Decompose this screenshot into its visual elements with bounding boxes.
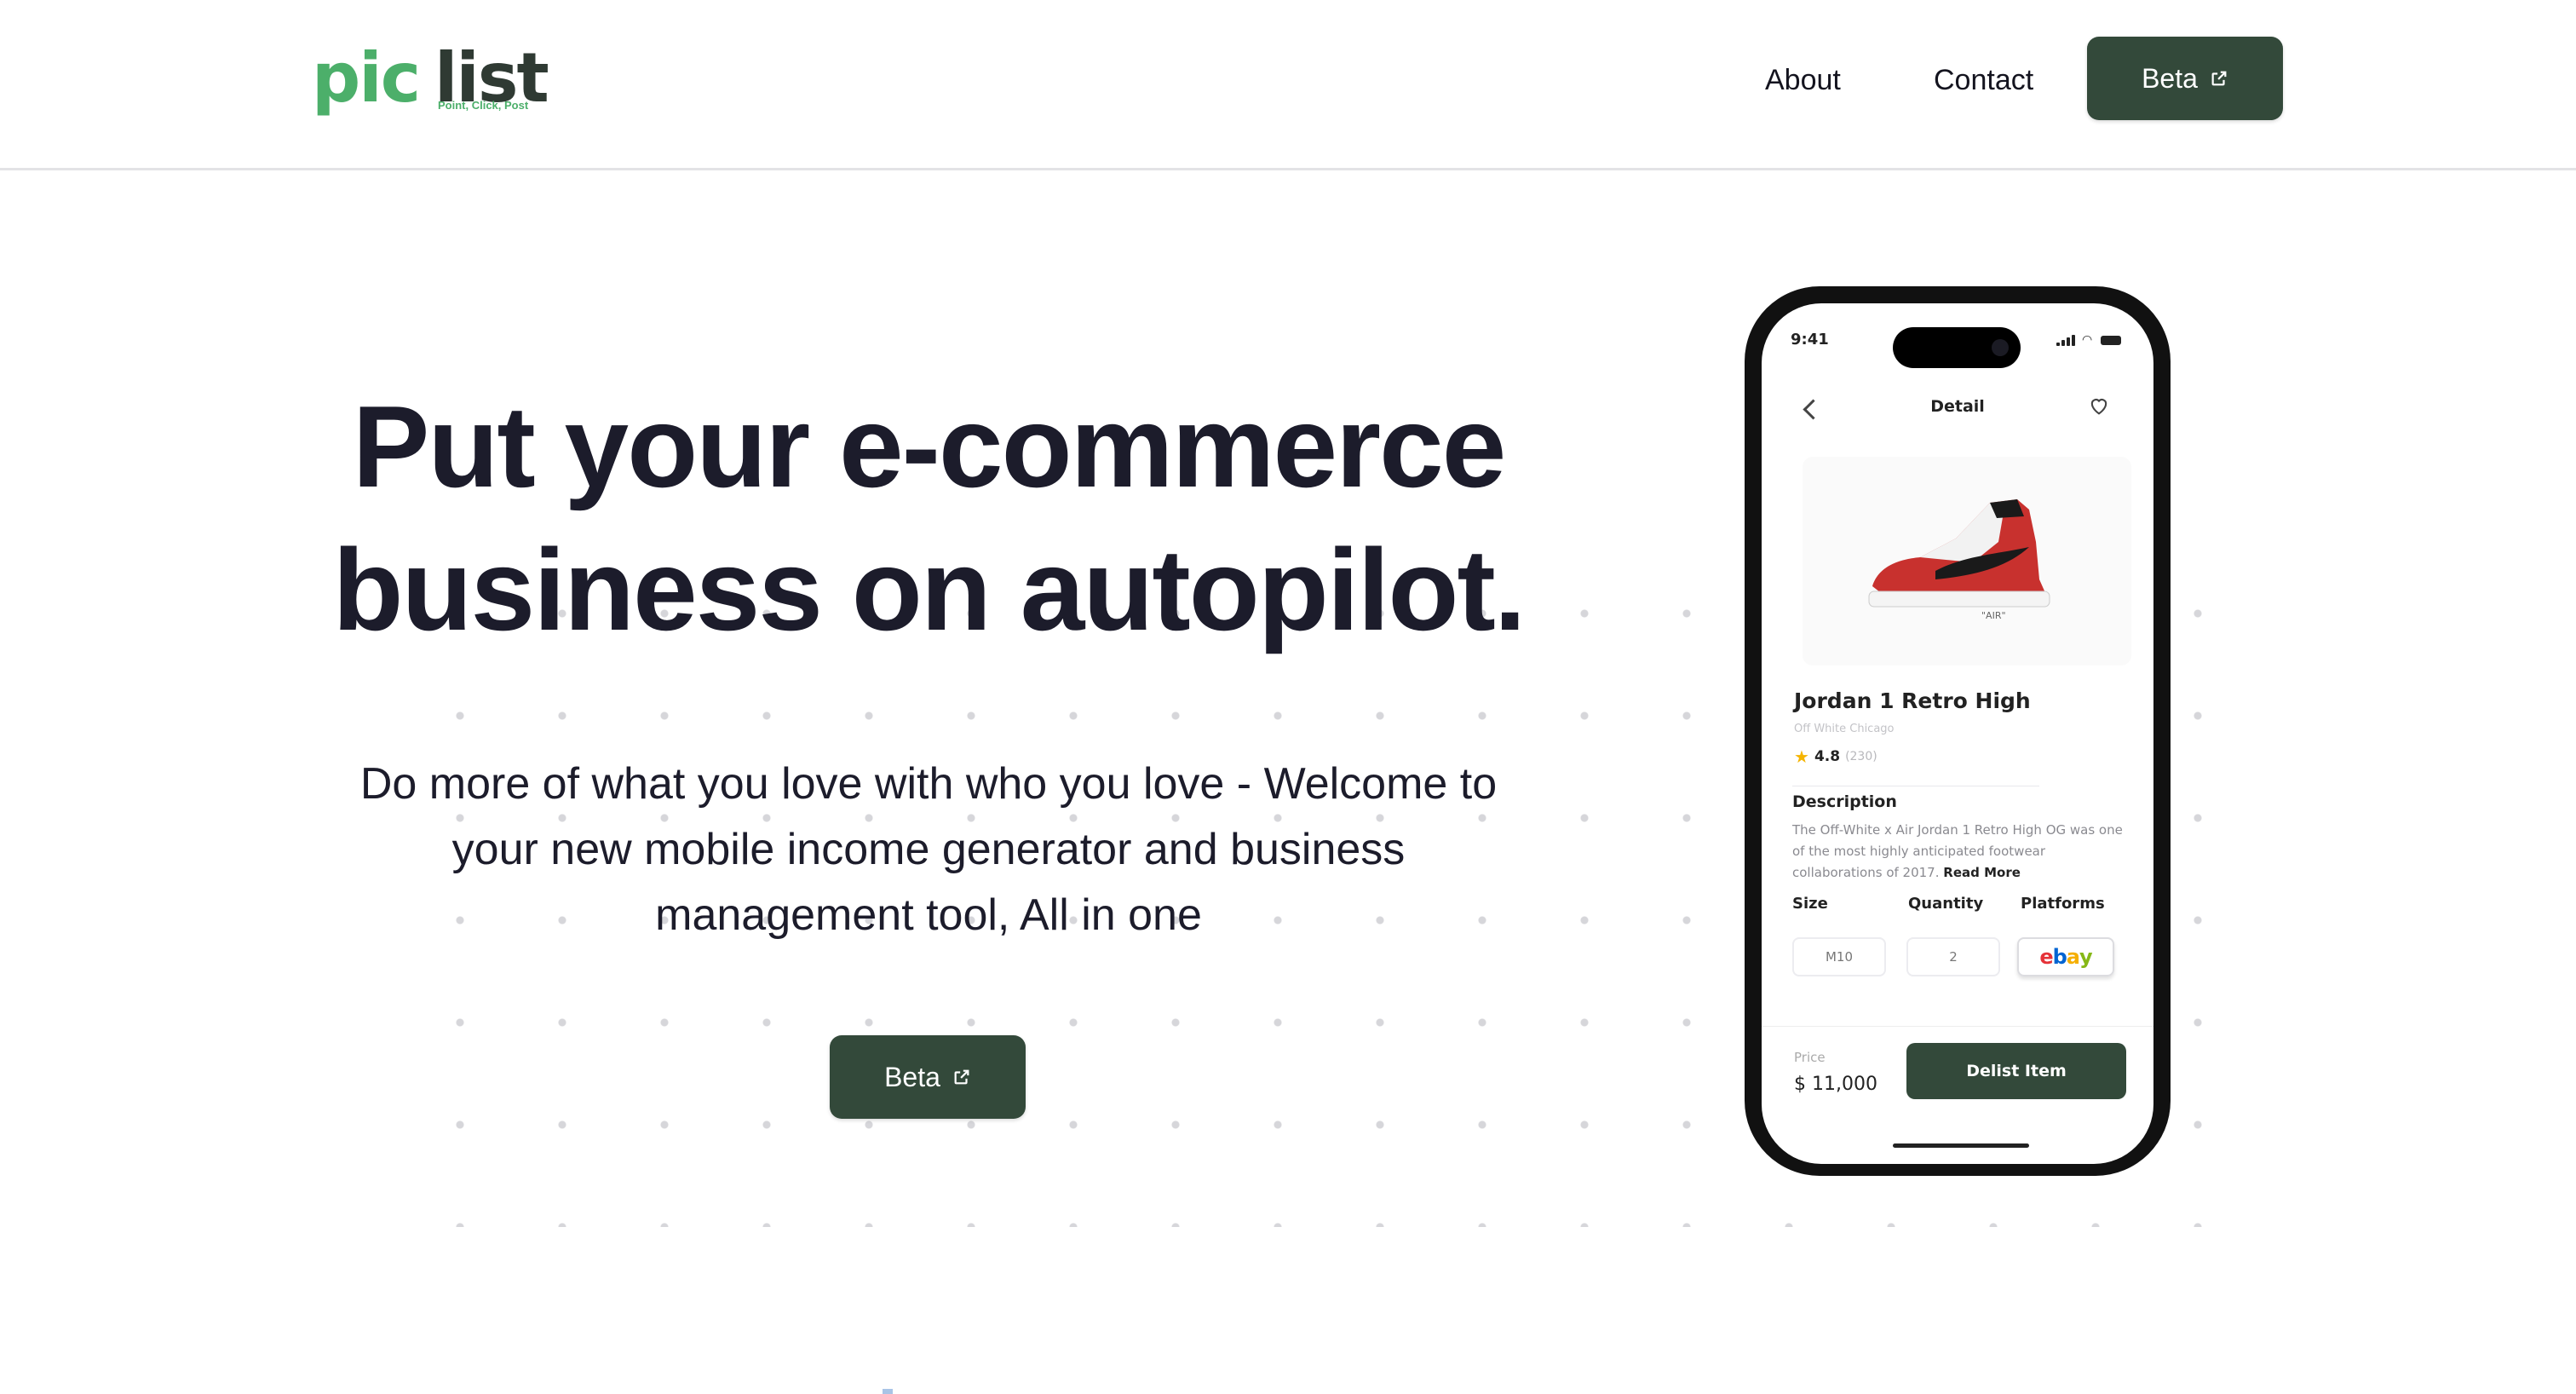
hero-title-line2: business on autopilot.	[332, 525, 1526, 654]
size-field[interactable]: M10	[1792, 937, 1886, 976]
camera-icon	[1992, 339, 2009, 356]
description-heading: Description	[1792, 792, 1897, 811]
detail-top-bar: Detail	[1762, 385, 2153, 436]
signal-icon	[2061, 340, 2065, 346]
phone-screen: 9:41 ◠ Detail "AIR" Jordan 1 Retro High …	[1762, 303, 2153, 1164]
signal-icon	[2067, 337, 2070, 346]
divider	[1762, 1026, 2153, 1027]
hero-title: Put your e-commerce business on autopilo…	[213, 375, 1644, 661]
scroll-indicator	[883, 1389, 893, 1394]
logo-tagline: Point, Click, Post	[438, 99, 529, 112]
hero-title-line1: Put your e-commerce	[352, 382, 1507, 511]
rating-value: 4.8	[1814, 748, 1841, 765]
hero-beta-button[interactable]: Beta	[830, 1035, 1026, 1119]
piclist-logo[interactable]: pic list Point, Click, Post	[312, 37, 549, 119]
price-value: $ 11,000	[1794, 1074, 1877, 1095]
svg-text:"AIR": "AIR"	[1981, 610, 2006, 621]
star-icon: ★	[1794, 746, 1809, 767]
external-link-icon	[954, 1069, 969, 1085]
beta-label: Beta	[2142, 62, 2198, 94]
battery-icon	[2101, 336, 2121, 345]
product-brand: Off White Chicago	[1794, 723, 1895, 735]
sneaker-image: "AIR"	[1868, 499, 2050, 621]
ebay-platform-logo[interactable]: ebay	[2017, 937, 2114, 976]
signal-icon	[2072, 335, 2075, 346]
quantity-field[interactable]: 2	[1906, 937, 2000, 976]
status-time: 9:41	[1791, 331, 1829, 348]
hero-subtitle: Do more of what you love with who you lo…	[359, 759, 1498, 940]
price-label: Price	[1794, 1050, 1826, 1065]
external-link-icon	[2211, 71, 2227, 86]
wifi-icon: ◠	[2082, 333, 2093, 347]
header-beta-button[interactable]: Beta	[2087, 37, 2283, 120]
description-text: The Off-White x Air Jordan 1 Retro High …	[1792, 820, 2125, 884]
platforms-label: Platforms	[2021, 895, 2105, 913]
product-image-card: "AIR"	[1803, 457, 2131, 665]
beta-label: Beta	[884, 1061, 940, 1092]
product-rating: ★ 4.8 (230)	[1794, 748, 1877, 765]
logo-word-pic: pic	[312, 38, 421, 118]
home-indicator	[1893, 1143, 2029, 1148]
read-more-link[interactable]: Read More	[1943, 865, 2021, 880]
phone-mockup: 9:41 ◠ Detail "AIR" Jordan 1 Retro High …	[1745, 286, 2171, 1176]
site-header: pic list Point, Click, Post About Contac…	[0, 0, 2576, 170]
product-name: Jordan 1 Retro High	[1794, 688, 2031, 713]
rating-count: (230)	[1845, 750, 1877, 763]
nav-about-link[interactable]: About	[1765, 60, 1841, 101]
quantity-label: Quantity	[1908, 895, 1984, 913]
nav-contact-link[interactable]: Contact	[1934, 60, 2033, 101]
dynamic-island	[1893, 327, 2021, 368]
delist-item-button[interactable]: Delist Item	[1906, 1043, 2126, 1099]
size-label: Size	[1792, 895, 1828, 913]
status-icons: ◠	[2056, 334, 2121, 346]
signal-icon	[2056, 343, 2060, 346]
heart-icon[interactable]	[2087, 394, 2111, 418]
